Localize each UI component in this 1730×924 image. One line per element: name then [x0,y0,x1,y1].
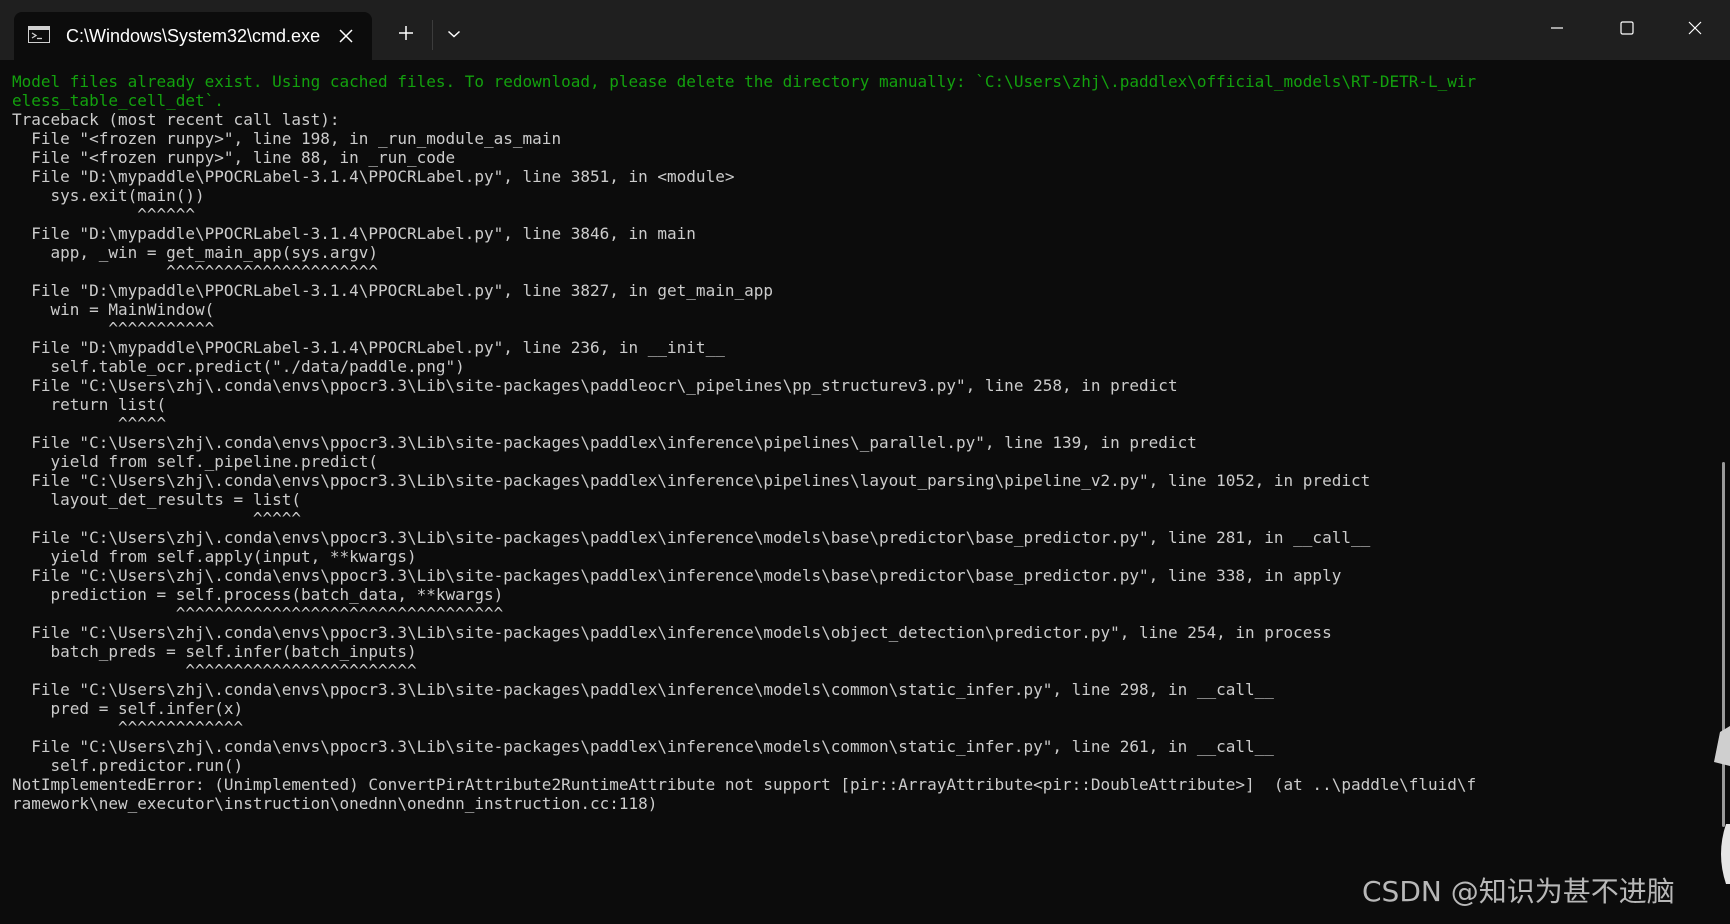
console-line: self.table_ocr.predict("./data/paddle.pn… [12,357,465,376]
console-line: return list( [12,395,167,414]
tab-dropdown-button[interactable] [436,18,472,52]
terminal-icon [28,26,50,43]
console-line: NotImplementedError: (Unimplemented) Con… [12,775,1477,794]
console-line: ^^^^^^^^^^^^^^^^^^^^^^^^^^^^^^^^^^ [12,604,504,623]
console-line: File "D:\mypaddle\PPOCRLabel-3.1.4\PPOCR… [12,224,696,243]
console-line: self.predictor.run() [12,756,244,775]
chevron-down-icon [447,26,461,44]
console-line: File "D:\mypaddle\PPOCRLabel-3.1.4\PPOCR… [12,167,735,186]
console-line: File "C:\Users\zhj\.conda\envs\ppocr3.3\… [12,471,1371,490]
tab-separator [432,20,433,50]
tab-title: C:\Windows\System32\cmd.exe [66,26,321,46]
console-line: File "C:\Users\zhj\.conda\envs\ppocr3.3\… [12,737,1274,756]
minimize-button[interactable] [1522,0,1592,60]
console-line: File "C:\Users\zhj\.conda\envs\ppocr3.3\… [12,680,1274,699]
tab-cmd[interactable]: C:\Windows\System32\cmd.exe [14,12,372,60]
new-tab-button[interactable] [386,18,426,52]
console-line: ^^^^^^^^^^^^^^^^^^^^^^ [12,262,379,281]
console-line: File "C:\Users\zhj\.conda\envs\ppocr3.3\… [12,376,1178,395]
console-line: File "<frozen runpy>", line 88, in _run_… [12,148,456,167]
maximize-icon [1619,20,1635,41]
console-line: File "C:\Users\zhj\.conda\envs\ppocr3.3\… [12,433,1197,452]
console-line: win = MainWindow( [12,300,215,319]
console-line: Traceback (most recent call last): [12,110,340,129]
console-line: batch_preds = self.infer(batch_inputs) [12,642,417,661]
minimize-icon [1549,20,1565,41]
console-line: sys.exit(main()) [12,186,205,205]
watermark-text: CSDN @知识为甚不进脑 [1362,875,1675,908]
console-line: ^^^^^ [12,414,167,433]
edge-decoration [1714,726,1730,884]
console-line: ramework\new_executor\instruction\onednn… [12,794,658,813]
title-bar: C:\Windows\System32\cmd.exe [0,0,1730,60]
console-output[interactable]: Model files already exist. Using cached … [12,72,1692,813]
console-line: File "<frozen runpy>", line 198, in _run… [12,129,562,148]
console-line: eless_table_cell_det`. [12,91,224,110]
console-line: app, _win = get_main_app(sys.argv) [12,243,379,262]
close-icon [1687,20,1703,41]
console-line: yield from self.apply(input, **kwargs) [12,547,417,566]
console-line: ^^^^^^^^^^^^^^^^^^^^^^^^ [12,661,417,680]
console-line: ^^^^^^^^^^^ [12,319,215,338]
tab-close-icon[interactable] [334,24,358,48]
console-line: prediction = self.process(batch_data, **… [12,585,504,604]
console-line: Model files already exist. Using cached … [12,72,1477,91]
console-line: File "D:\mypaddle\PPOCRLabel-3.1.4\PPOCR… [12,281,773,300]
plus-icon [398,25,414,46]
console-line: File "D:\mypaddle\PPOCRLabel-3.1.4\PPOCR… [12,338,725,357]
terminal-window: C:\Windows\System32\cmd.exe Model files … [0,0,1730,924]
console-line: File "C:\Users\zhj\.conda\envs\ppocr3.3\… [12,623,1332,642]
console-line: pred = self.infer(x) [12,699,244,718]
console-line: yield from self._pipeline.predict( [12,452,379,471]
console-line: ^^^^^^ [12,205,196,224]
close-window-button[interactable] [1660,0,1730,60]
console-line: ^^^^^ [12,509,301,528]
console-line: File "C:\Users\zhj\.conda\envs\ppocr3.3\… [12,566,1342,585]
console-line: File "C:\Users\zhj\.conda\envs\ppocr3.3\… [12,528,1371,547]
maximize-button[interactable] [1592,0,1662,60]
console-line: ^^^^^^^^^^^^^ [12,718,244,737]
console-line: layout_det_results = list( [12,490,301,509]
